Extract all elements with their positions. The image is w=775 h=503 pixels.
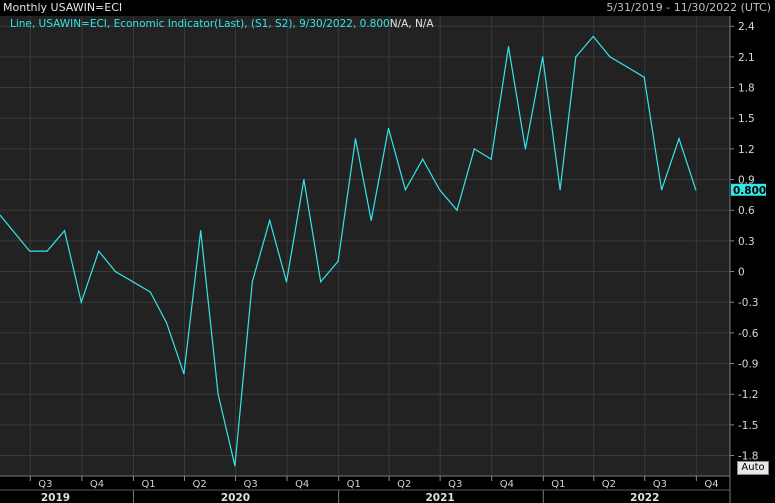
y-tick-label: 0 (738, 267, 745, 279)
y-tick-label: -1.2 (738, 389, 759, 401)
y-tick-label: 2.4 (738, 21, 755, 33)
data-point (149, 291, 151, 293)
x-axis: Q3 Q4 Q1 Q2 Q3 Q4 Q1 Q2 Q3 Q4 Q1 Q2 Q3 Q4 2019 2020 2021… (0, 475, 730, 503)
data-point (303, 178, 305, 181)
data-point (132, 281, 134, 283)
x-year-label: 2022 (630, 492, 659, 503)
x-quarter-label: Q4 (704, 479, 718, 490)
data-point (29, 250, 31, 252)
data-point (165, 322, 168, 324)
data-point (575, 56, 577, 58)
legend-suffix: N/A, N/A (390, 18, 435, 30)
data-point (592, 35, 594, 38)
date-range: 5/31/2019 - 11/30/2022 (UTC) (606, 1, 771, 14)
y-tick-label: 1.5 (738, 113, 755, 125)
data-point (626, 66, 628, 68)
x-quarter-label: Q2 (192, 479, 206, 490)
data-point (12, 230, 14, 232)
data-point (98, 250, 100, 252)
data-point (200, 230, 202, 232)
x-quarter-label: Q3 (653, 479, 667, 490)
x-quarter-label: Q3 (38, 479, 52, 490)
data-point (320, 281, 322, 283)
data-point (473, 148, 475, 150)
data-point (422, 158, 424, 160)
data-point (183, 373, 185, 375)
x-quarter-label: Q1 (347, 479, 361, 490)
x-quarter-label: Q4 (500, 479, 514, 490)
y-tick-label: 1.2 (738, 144, 755, 156)
y-tick-label: -0.9 (738, 359, 759, 371)
data-point (695, 189, 697, 191)
data-point (643, 76, 645, 78)
line-chart[interactable]: 2.42.11.81.51.20.90.60.30-0.3-0.6-0.9-1.… (0, 16, 775, 503)
y-tick-label: -1.5 (738, 420, 759, 432)
data-point (456, 209, 458, 211)
data-point (542, 56, 544, 58)
x-quarter-label: Q3 (448, 479, 462, 490)
plot-background (0, 16, 730, 476)
x-quarter-label: Q1 (551, 479, 565, 490)
data-point (387, 127, 390, 130)
data-point (370, 219, 372, 222)
data-point (337, 260, 339, 262)
x-year-label: 2019 (41, 492, 70, 503)
data-point (234, 465, 236, 467)
data-point (217, 393, 219, 395)
data-point (438, 189, 441, 191)
x-year-label: 2021 (426, 492, 455, 503)
window-title: Monthly USAWIN=ECI (3, 1, 123, 14)
data-point (80, 301, 82, 303)
y-tick-label: 2.1 (738, 52, 755, 64)
data-point (285, 281, 288, 283)
x-quarter-label: Q2 (397, 479, 411, 490)
x-quarter-label: Q2 (602, 479, 616, 490)
data-point (559, 189, 561, 191)
data-point (524, 148, 526, 150)
y-tick-label: -0.6 (738, 328, 759, 340)
data-point (269, 219, 271, 222)
x-quarter-label: Q4 (90, 479, 104, 490)
data-point (63, 230, 66, 232)
last-value-marker: 0.800 (731, 183, 766, 197)
y-tick-label: 1.8 (738, 83, 755, 95)
x-year-label: 2020 (221, 492, 250, 503)
data-point (404, 189, 406, 191)
data-point (678, 138, 680, 140)
data-point (609, 56, 611, 58)
data-point (46, 250, 48, 252)
y-tick-label: -0.3 (738, 297, 759, 309)
title-bar: Monthly USAWIN=ECI 5/31/2019 - 11/30/202… (0, 0, 775, 16)
legend-text: Line, USAWIN=ECI, Economic Indicator(Las… (10, 18, 434, 30)
y-axis: 2.42.11.81.51.20.90.60.30-0.3-0.6-0.9-1.… (729, 16, 759, 503)
data-point (114, 270, 117, 273)
data-point (660, 189, 663, 191)
x-quarter-label: Q3 (243, 479, 257, 490)
y-tick-label: 0.3 (738, 236, 755, 248)
data-point (251, 281, 253, 283)
y-tick-label: 0.6 (738, 205, 755, 217)
data-point (507, 46, 510, 48)
data-point (354, 138, 357, 140)
auto-scale-button[interactable]: Auto (737, 461, 769, 475)
x-quarter-label: Q1 (141, 479, 155, 490)
x-quarter-label: Q4 (295, 479, 309, 490)
data-point (490, 158, 492, 160)
last-value-label: 0.800 (733, 185, 766, 197)
